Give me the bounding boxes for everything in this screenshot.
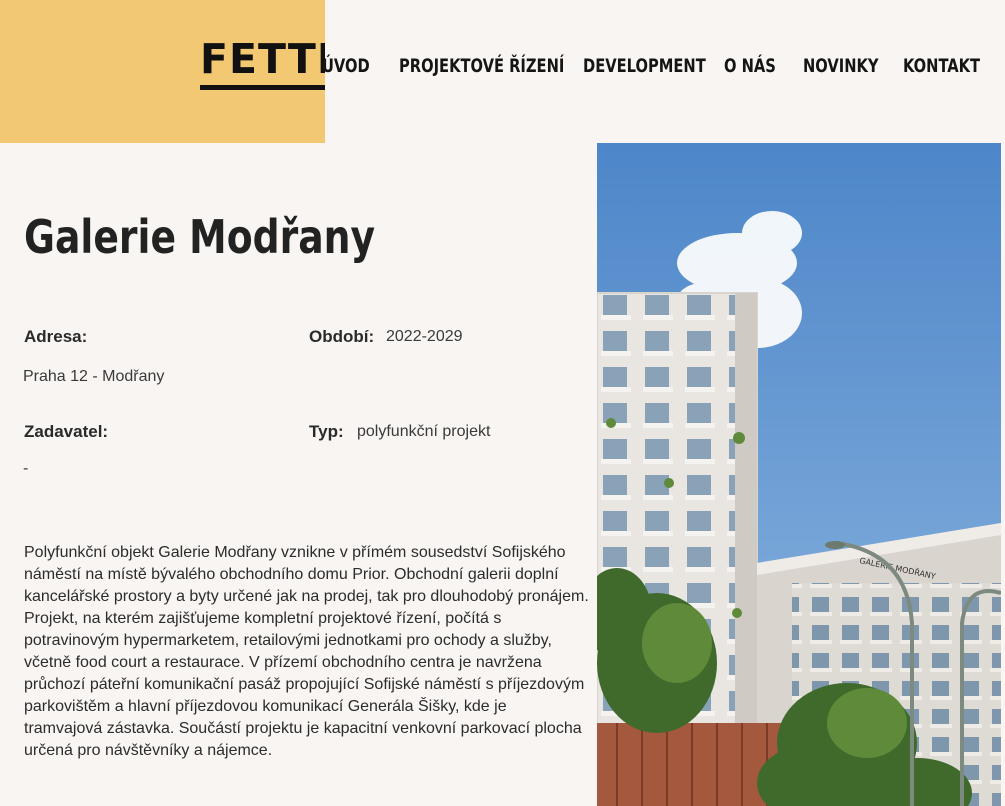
client-label: Zadavatel: [24, 422, 109, 441]
logo-underline [200, 85, 325, 90]
main-nav: ÚVOD PROJEKTOVÉ ŘÍZENÍ DEVELOPMENT O NÁS… [0, 52, 1005, 82]
page-title: Galerie Modřany [24, 210, 376, 264]
project-description: Polyfunkční objekt Galerie Modřany vznik… [24, 544, 589, 759]
type-value: polyfunkční projekt [357, 423, 491, 440]
nav-item-projektove-rizeni[interactable]: PROJEKTOVÉ ŘÍZENÍ [399, 52, 564, 80]
building-illustration: GALERIE MODŘANY [597, 143, 1001, 806]
nav-item-o-nas[interactable]: O NÁS [724, 52, 776, 80]
address-value: Praha 12 - Modřany [23, 368, 165, 385]
address-label: Adresa: [24, 327, 88, 346]
project-image: GALERIE MODŘANY [597, 143, 1001, 806]
client-value: - [23, 460, 29, 477]
type-label: Typ: [309, 422, 344, 441]
page: FETTER ÚVOD PROJEKTOVÉ ŘÍZENÍ DEVELOPMEN… [0, 0, 1005, 806]
nav-item-novinky[interactable]: NOVINKY [803, 52, 879, 80]
nav-item-uvod[interactable]: ÚVOD [322, 52, 370, 80]
period-value: 2022-2029 [386, 328, 463, 345]
nav-item-development[interactable]: DEVELOPMENT [583, 52, 706, 80]
period-label: Období: [309, 327, 375, 346]
nav-item-kontakt[interactable]: KONTAKT [903, 52, 980, 80]
